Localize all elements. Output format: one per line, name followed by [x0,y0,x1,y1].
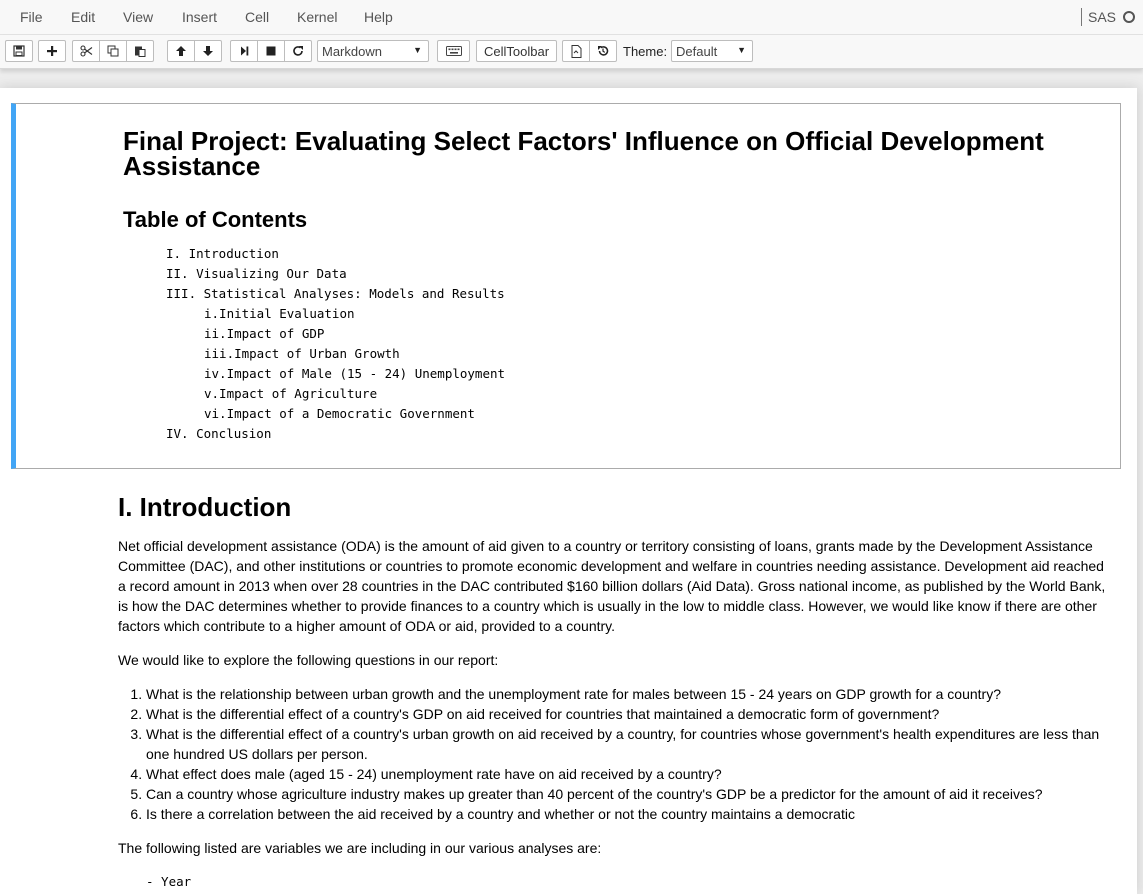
introduction-paragraph: Net official development assistance (ODA… [118,538,1106,634]
history-icon [598,46,609,56]
toc-subitem: v.Impact of Agriculture [204,386,378,401]
move-up-button[interactable] [167,40,195,62]
theme-value: Default [676,44,718,59]
restart-kernel-button[interactable] [284,40,312,62]
revert-button[interactable] [589,40,617,62]
list-item: Is there a correlation between the aid r… [146,804,1101,824]
copy-icon [107,45,119,57]
toc-item: IV. Conclusion [166,426,272,441]
paste-button[interactable] [126,40,154,62]
questions-intro: We would like to explore the following q… [118,652,499,668]
menubar: File Edit View Insert Cell Kernel Help S… [0,0,1143,35]
paste-icon [135,46,146,57]
command-palette-button[interactable] [437,40,470,62]
cut-button[interactable] [72,40,100,62]
copy-button[interactable] [99,40,127,62]
toc-subitem: iv.Impact of Male (15 - 24) Unemployment [204,366,506,381]
toc-heading: Table of Contents [123,207,308,232]
toc-subitem: ii.Impact of GDP [204,326,325,341]
refresh-icon [293,46,303,56]
list-item: What effect does male (aged 15 - 24) une… [146,764,1101,784]
variables-intro: The following listed are variables we ar… [118,840,602,856]
menu-kernel[interactable]: Kernel [297,9,337,25]
arrow-up-icon [176,46,186,56]
menu-edit[interactable]: Edit [71,9,95,25]
table-of-contents: I. Introduction II. Visualizing Our Data… [166,244,505,444]
menu-file[interactable]: File [20,9,43,25]
insert-cell-button[interactable] [38,40,66,62]
stop-icon [266,46,276,56]
introduction-heading: I. Introduction [118,492,292,522]
interrupt-kernel-button[interactable] [257,40,285,62]
list-item: What is the relationship between urban g… [146,684,1101,704]
kernel-separator [1080,8,1082,26]
scissors-icon [79,45,92,57]
toc-subitem: vi.Impact of a Democratic Government [204,406,475,421]
notebook-page: Final Project: Evaluating Select Factors… [0,88,1137,894]
kernel-status: SAS [1080,8,1135,26]
list-item: - Year [146,874,192,889]
toc-item: II. Visualizing Our Data [166,266,347,281]
toolbar: Markdown ▼ CellToolbar Theme: Default ▼ [0,35,1143,69]
floppy-disk-icon [13,45,25,57]
menu-view[interactable]: View [123,9,153,25]
keyboard-icon [445,46,462,56]
menu-insert[interactable]: Insert [182,9,217,25]
save-button[interactable] [5,40,33,62]
kernel-name: SAS [1087,9,1116,25]
run-cell-button[interactable] [230,40,258,62]
markdown-cell-selected[interactable]: Final Project: Evaluating Select Factors… [11,103,1121,469]
chevron-down-icon: ▼ [413,45,422,55]
menu-cell[interactable]: Cell [245,9,269,25]
kernel-idle-indicator-icon [1123,11,1135,23]
nbconvert-button[interactable] [562,40,590,62]
variables-list: - Year [146,872,191,892]
celltoolbar-button[interactable]: CellToolbar [476,40,558,62]
export-file-icon [571,44,581,58]
toc-item: III. Statistical Analyses: Models and Re… [166,286,505,301]
toc-item: I. Introduction [166,246,279,261]
list-item: What is the differential effect of a cou… [146,724,1101,764]
toc-subitem: iii.Impact of Urban Growth [204,346,400,361]
cell-type-select[interactable]: Markdown ▼ [317,40,429,62]
theme-select[interactable]: Default ▼ [671,40,753,62]
plus-icon [47,46,57,56]
menu-help[interactable]: Help [364,9,393,25]
questions-list: What is the relationship between urban g… [118,684,1101,824]
list-item: Can a country whose agriculture industry… [146,784,1101,804]
theme-label: Theme: [623,44,668,59]
arrow-down-icon [203,46,213,56]
cell-type-value: Markdown [322,44,382,59]
toc-subitem: i.Initial Evaluation [204,306,355,321]
step-forward-icon [241,46,249,56]
notebook-title: Final Project: Evaluating Select Factors… [123,126,1044,181]
list-item: What is the differential effect of a cou… [146,704,1101,724]
chevron-down-icon: ▼ [737,45,746,55]
move-down-button[interactable] [194,40,222,62]
